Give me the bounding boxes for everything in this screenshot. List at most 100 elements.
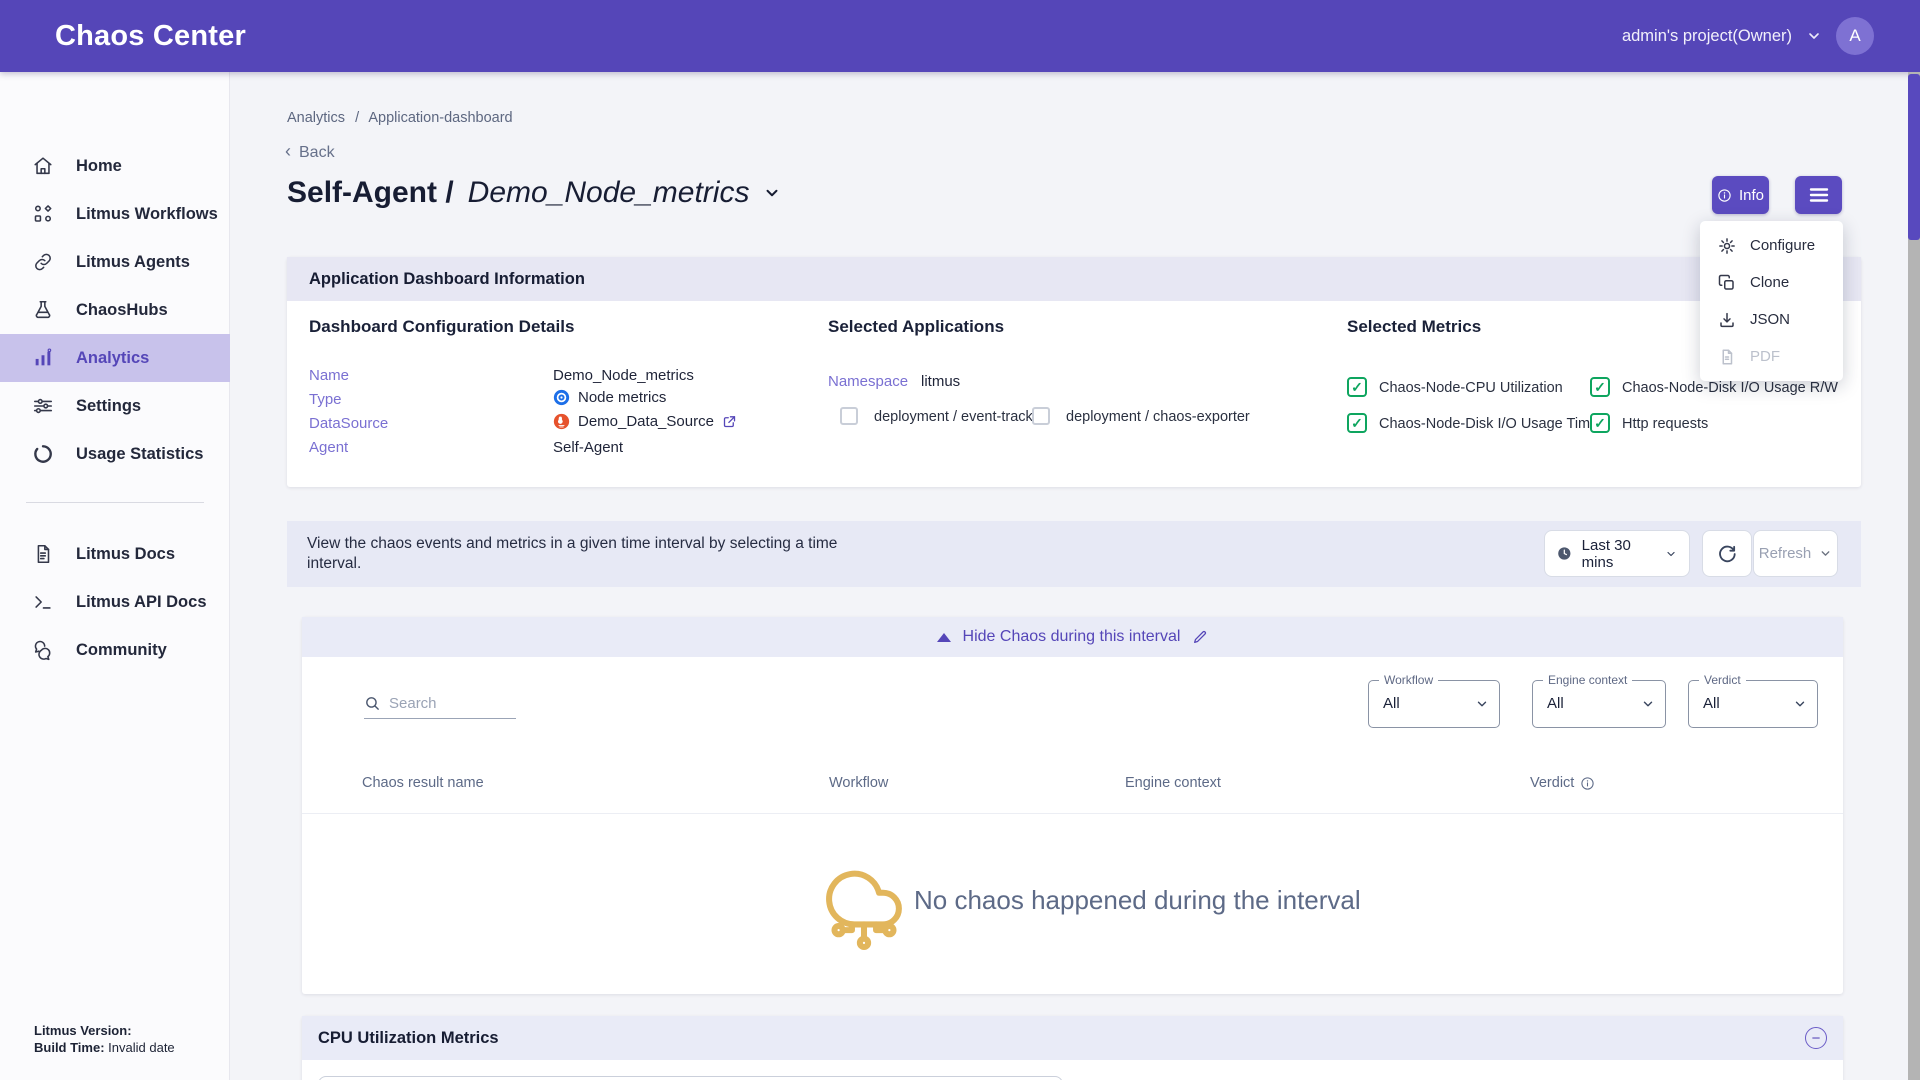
sidebar-item-litmus-agents[interactable]: Litmus Agents — [0, 238, 230, 286]
file-icon — [1718, 348, 1736, 366]
hide-chaos-toggle[interactable]: Hide Chaos during this interval — [302, 617, 1843, 657]
column-engine-context: Engine context — [1125, 775, 1221, 791]
home-icon — [32, 155, 54, 177]
page-title: Self-Agent / Demo_Node_metrics — [287, 176, 781, 210]
dashboard-actions-menu: Configure Clone JSON PDF — [1700, 221, 1843, 381]
empty-state-message: No chaos happened during the interval — [914, 885, 1361, 916]
external-link-icon[interactable] — [722, 414, 737, 429]
namespace-value: litmus — [921, 373, 960, 390]
sidebar-item-home[interactable]: Home — [0, 142, 230, 190]
top-header-bar: Chaos Center admin's project(Owner) A — [0, 0, 1920, 72]
checkbox-disk-io-times[interactable]: ✓ — [1347, 413, 1367, 433]
breadcrumb-separator: / — [355, 110, 359, 126]
search-icon — [364, 695, 381, 712]
checkbox-disk-io-rw[interactable]: ✓ — [1590, 377, 1610, 397]
menu-item-configure[interactable]: Configure — [1700, 227, 1843, 264]
refresh-now-button[interactable] — [1702, 530, 1752, 577]
cpu-utilization-label: Chaos-Node-CPU Utilization — [1379, 380, 1563, 396]
collapse-section-button[interactable]: − — [1805, 1027, 1827, 1049]
back-link[interactable]: ‹Back — [285, 141, 335, 162]
chat-icon — [32, 639, 54, 661]
chevron-down-icon — [1793, 697, 1807, 711]
chevron-down-icon — [1819, 547, 1832, 560]
engine-context-filter[interactable]: Engine context All — [1532, 680, 1666, 728]
avatar[interactable]: A — [1836, 17, 1874, 55]
table-header-divider — [302, 813, 1843, 814]
cpu-utilization-panel: CPU Utilization Metrics − — [302, 1016, 1843, 1080]
disk-io-times-label: Chaos-Node-Disk I/O Usage Times — [1379, 416, 1605, 432]
info-circle-icon[interactable] — [1580, 776, 1595, 791]
hamburger-icon — [1809, 187, 1829, 203]
event-tracker-label: deployment / event-tracker — [874, 409, 1046, 425]
checkbox-http-requests[interactable]: ✓ — [1590, 413, 1610, 433]
name-value: Demo_Node_metrics — [553, 367, 694, 384]
sidebar-item-community[interactable]: Community — [0, 626, 230, 674]
checkbox-chaos-exporter[interactable] — [1032, 407, 1050, 425]
cpu-metrics-header: CPU Utilization Metrics — [302, 1016, 1843, 1060]
disk-io-rw-label: Chaos-Node-Disk I/O Usage R/W — [1622, 380, 1838, 396]
sidebar-item-analytics[interactable]: Analytics — [0, 334, 230, 382]
workflows-icon — [32, 203, 54, 225]
project-switcher[interactable]: admin's project(Owner) A — [1622, 0, 1874, 72]
dashboard-menu-button[interactable] — [1795, 176, 1842, 214]
agent-label: Agent — [309, 439, 348, 456]
chaos-exporter-label: deployment / chaos-exporter — [1066, 409, 1250, 425]
project-name: admin's project(Owner) — [1622, 27, 1792, 46]
sidebar-item-settings[interactable]: Settings — [0, 382, 230, 430]
sidebar-divider — [26, 502, 204, 503]
selected-metrics-title: Selected Metrics — [1347, 317, 1481, 337]
refresh-icon — [1716, 543, 1738, 565]
sidebar: Home Litmus Workflows Litmus Agents Chao… — [0, 72, 230, 1080]
breadcrumb-analytics[interactable]: Analytics — [287, 110, 345, 126]
sidebar-item-litmus-docs[interactable]: Litmus Docs — [0, 530, 230, 578]
namespace-label: Namespace — [828, 373, 908, 390]
workflow-filter[interactable]: Workflow All — [1368, 680, 1500, 728]
menu-item-pdf[interactable]: PDF — [1700, 338, 1843, 375]
menu-item-json[interactable]: JSON — [1700, 301, 1843, 338]
interval-description: View the chaos events and metrics in a g… — [307, 534, 887, 574]
chaos-interval-card: Hide Chaos during this interval Workflow… — [302, 617, 1843, 994]
refresh-interval-select[interactable]: Refresh — [1753, 530, 1838, 577]
node-metrics-icon — [553, 389, 570, 406]
checkbox-cpu-utilization[interactable]: ✓ — [1347, 377, 1367, 397]
copy-icon — [1718, 274, 1736, 292]
dashboard-info-header: Application Dashboard Information — [287, 257, 1861, 301]
search-input[interactable] — [389, 695, 504, 712]
config-details-title: Dashboard Configuration Details — [309, 317, 574, 337]
datasource-value: Demo_Data_Source — [553, 413, 737, 430]
chevron-left-icon: ‹ — [285, 141, 291, 161]
chaos-center-screen: Chaos Center admin's project(Owner) A Ho… — [0, 0, 1920, 1080]
column-verdict: Verdict — [1530, 775, 1595, 791]
sliders-icon — [32, 395, 54, 417]
scrollbar-thumb[interactable] — [1908, 74, 1920, 240]
info-button[interactable]: Info — [1712, 176, 1769, 214]
checkbox-event-tracker[interactable] — [840, 407, 858, 425]
sidebar-item-chaoshubs[interactable]: ChaosHubs — [0, 286, 230, 334]
sidebar-item-usage-statistics[interactable]: Usage Statistics — [0, 430, 230, 478]
time-interval-bar: View the chaos events and metrics in a g… — [287, 521, 1861, 587]
column-chaos-result-name: Chaos result name — [362, 775, 484, 791]
column-workflow: Workflow — [829, 775, 888, 791]
link-icon — [32, 251, 54, 273]
scrollbar-track[interactable] — [1908, 72, 1920, 1080]
time-range-value: Last 30 mins — [1582, 537, 1655, 571]
title-chevron-down-icon[interactable] — [763, 184, 781, 202]
sidebar-item-litmus-api-docs[interactable]: Litmus API Docs — [0, 578, 230, 626]
cpu-chart-container — [318, 1076, 1063, 1080]
clock-icon — [1557, 545, 1572, 562]
pencil-icon[interactable] — [1192, 629, 1208, 645]
name-label: Name — [309, 367, 349, 384]
selected-applications-title: Selected Applications — [828, 317, 1004, 337]
time-range-select[interactable]: Last 30 mins — [1544, 530, 1690, 577]
prometheus-icon — [553, 413, 570, 430]
info-icon — [1717, 188, 1732, 203]
menu-item-clone[interactable]: Clone — [1700, 264, 1843, 301]
terminal-icon — [32, 591, 54, 613]
http-requests-label: Http requests — [1622, 416, 1708, 432]
sidebar-item-litmus-workflows[interactable]: Litmus Workflows — [0, 190, 230, 238]
refresh-label: Refresh — [1759, 545, 1812, 562]
verdict-filter[interactable]: Verdict All — [1688, 680, 1818, 728]
collapse-arrow-icon — [937, 633, 951, 642]
chevron-down-icon — [1665, 547, 1677, 561]
application-dashboard-information-card: Application Dashboard Information Dashbo… — [287, 257, 1861, 487]
